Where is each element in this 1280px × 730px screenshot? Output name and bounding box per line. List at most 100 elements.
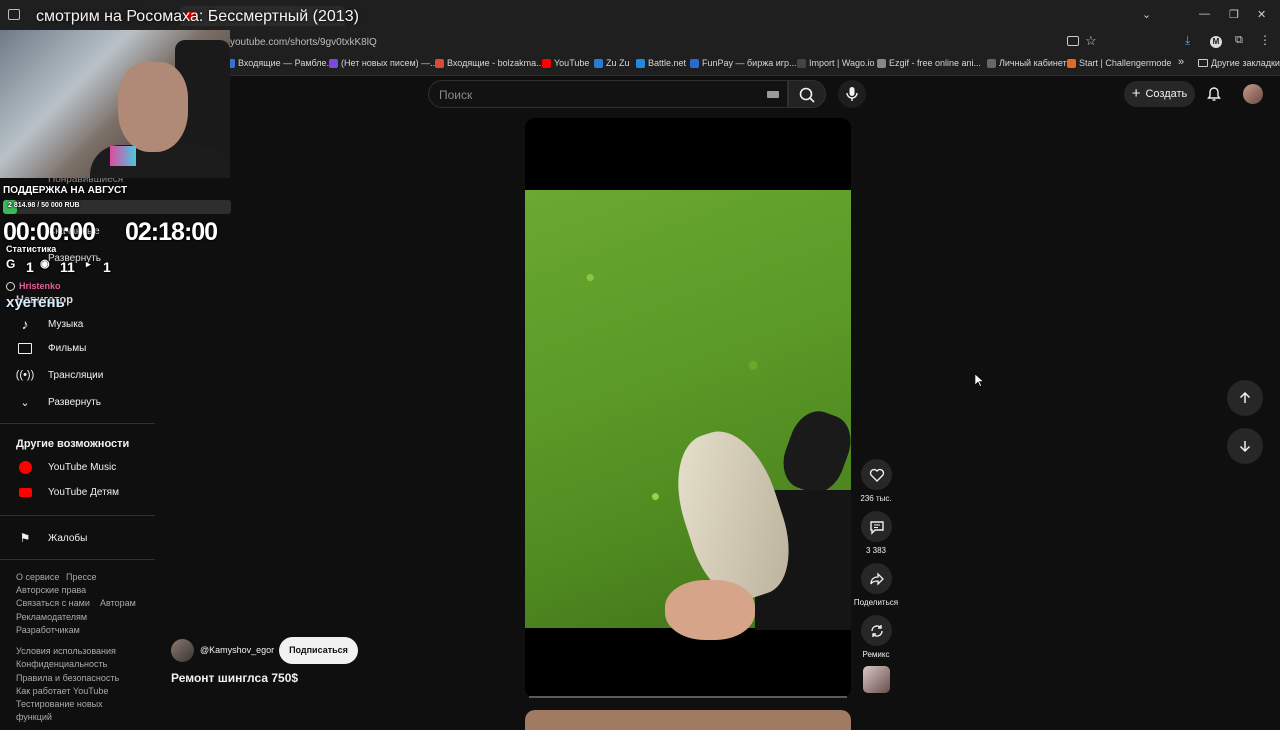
bookmark-1-icon: [329, 58, 338, 68]
menu-icon[interactable]: ⋮: [1259, 33, 1271, 47]
footer-link[interactable]: Авторам: [100, 598, 136, 608]
footer-link[interactable]: Прессе: [66, 572, 97, 582]
url-text[interactable]: youtube.com/shorts/9gv0txkK8lQ: [230, 37, 377, 48]
chat-line: Hristenko: [6, 281, 61, 291]
remix-label: Ремикс: [862, 650, 890, 659]
avatar[interactable]: [1243, 84, 1263, 104]
comments-button[interactable]: [861, 511, 892, 542]
tab-search-icon[interactable]: ⌄: [1142, 8, 1151, 21]
sidebar-item-label: Развернуть: [48, 397, 102, 408]
previous-short-button[interactable]: [1227, 380, 1263, 416]
flag-icon: ⚑: [19, 531, 31, 545]
bookmark-6-icon: [690, 58, 699, 68]
footer-link[interactable]: Правила и безопасность: [16, 673, 119, 683]
sidebar-divider: [0, 559, 155, 560]
like-count: 236 тыс.: [860, 494, 892, 503]
footer-link[interactable]: Рекламодателям: [16, 612, 87, 622]
notifications-bell-icon[interactable]: [1206, 86, 1222, 102]
search-placeholder: Поиск: [439, 88, 473, 102]
close-icon[interactable]: ✕: [1257, 8, 1266, 21]
heart-icon: [869, 468, 884, 482]
footer-link[interactable]: Разработчикам: [16, 625, 80, 635]
sidebar-item-youtube-kids[interactable]: YouTube Детям: [16, 487, 119, 498]
sidebar-item-music[interactable]: ♪ Музыка: [16, 316, 84, 332]
footer-link[interactable]: функций: [16, 712, 52, 722]
next-short-preview[interactable]: [525, 710, 851, 730]
profile-m-icon[interactable]: M: [1210, 36, 1222, 48]
download-icon[interactable]: ⤓: [1185, 33, 1190, 48]
search-button[interactable]: [788, 80, 826, 108]
chevron-down-icon: ⌄: [20, 397, 30, 409]
sidebar-section-title: Другие возможности: [16, 438, 130, 450]
maximize-icon[interactable]: ❐: [1229, 8, 1239, 21]
minimize-icon[interactable]: —: [1199, 8, 1210, 20]
other-bookmarks[interactable]: Другие закладки: [1198, 58, 1280, 68]
share-label: Поделиться: [853, 598, 899, 607]
bookmark-3[interactable]: YouTube: [542, 58, 589, 68]
bookmark-8[interactable]: Ezgif - free online ani...: [877, 58, 981, 68]
comment-icon: [869, 520, 884, 535]
keyboard-icon[interactable]: [767, 91, 779, 98]
sidebar-item-report[interactable]: ⚑ Жалобы: [16, 531, 88, 545]
bookmark-10[interactable]: Start | Challengermode: [1067, 58, 1171, 68]
footer-link[interactable]: Как работает YouTube: [16, 686, 108, 696]
sound-thumbnail[interactable]: [863, 666, 890, 693]
create-button[interactable]: + Создать: [1124, 81, 1195, 107]
comment-count: 3 383: [865, 546, 887, 555]
bookmark-2[interactable]: Входящие - bolzakma...: [435, 58, 544, 68]
next-short-button[interactable]: [1227, 428, 1263, 464]
sidebar-item-films[interactable]: Фильмы: [16, 343, 86, 354]
video-progress-bar[interactable]: [529, 696, 847, 698]
bookmark-5-icon: [636, 58, 645, 68]
support-progress-bar: 2 814.98 / 50 000 RUB: [3, 200, 231, 214]
more-bookmarks-icon[interactable]: »: [1178, 56, 1184, 68]
sidebar-item-label: Трансляции: [48, 369, 104, 381]
video-frame: [525, 190, 851, 640]
like-button[interactable]: [861, 459, 892, 490]
bookmark-2-icon: [435, 58, 444, 68]
footer-link[interactable]: Условия использования: [16, 646, 116, 656]
subscribe-button[interactable]: Подписаться: [279, 637, 358, 664]
star-icon[interactable]: ☆: [1085, 33, 1097, 49]
sidebar-item-label: YouTube Music: [48, 462, 117, 473]
bookmark-6[interactable]: FunPay — биржа игр...: [690, 58, 797, 68]
bookmark-4-icon: [594, 58, 603, 68]
chat-username: Hristenko: [19, 281, 61, 291]
footer-link[interactable]: Связаться с нами: [16, 598, 90, 608]
remix-button[interactable]: [861, 615, 892, 646]
timer-left: 00:00:00: [3, 218, 96, 246]
live-icon: ((•)): [15, 369, 35, 381]
bookmark-9[interactable]: Личный кабинет: [987, 58, 1067, 68]
bookmark-7[interactable]: Import | Wago.io: [797, 58, 875, 68]
stats-value-1: 1: [26, 259, 34, 275]
film-icon: [16, 343, 34, 354]
create-label: Создать: [1145, 88, 1188, 100]
extensions-icon[interactable]: ⧉: [1235, 34, 1243, 47]
bookmark-4[interactable]: Zu Zu: [594, 58, 630, 68]
mouse-cursor-icon: [975, 374, 984, 387]
support-progress-text: 2 814.98 / 50 000 RUB: [8, 202, 80, 209]
footer-link[interactable]: Тестирование новых: [16, 699, 103, 709]
search-input[interactable]: Поиск: [428, 80, 788, 108]
bookmark-0[interactable]: Входящие — Рамбле...: [226, 58, 334, 68]
short-video-player[interactable]: [525, 118, 851, 698]
bookmark-10-icon: [1067, 58, 1076, 68]
sidebar-item-live[interactable]: ((•)) Трансляции: [15, 369, 104, 381]
footer-link[interactable]: Авторские права: [16, 585, 86, 595]
footer-link[interactable]: Конфиденциальность: [16, 659, 107, 669]
bookmark-1[interactable]: (Нет новых писем) —...: [329, 58, 438, 68]
sidebar-item-youtube-music[interactable]: YouTube Music: [16, 461, 116, 474]
sidebar-item-expand[interactable]: ⌄ Развернуть: [16, 396, 101, 409]
share-button[interactable]: [861, 563, 892, 594]
channel-name[interactable]: @Kamyshov_egor: [200, 645, 274, 655]
install-app-icon[interactable]: [1067, 36, 1079, 46]
youtube-music-icon: [16, 461, 34, 474]
footer-link[interactable]: О сервисе: [16, 572, 59, 582]
webcam-overlay: [0, 30, 230, 178]
bookmark-5[interactable]: Battle.net: [636, 58, 686, 68]
sidebar-item-label: Фильмы: [48, 343, 87, 354]
channel-avatar[interactable]: [171, 639, 194, 662]
webcam-face: [118, 62, 188, 152]
tab-list-icon[interactable]: [8, 9, 20, 20]
voice-search-button[interactable]: [838, 80, 866, 108]
